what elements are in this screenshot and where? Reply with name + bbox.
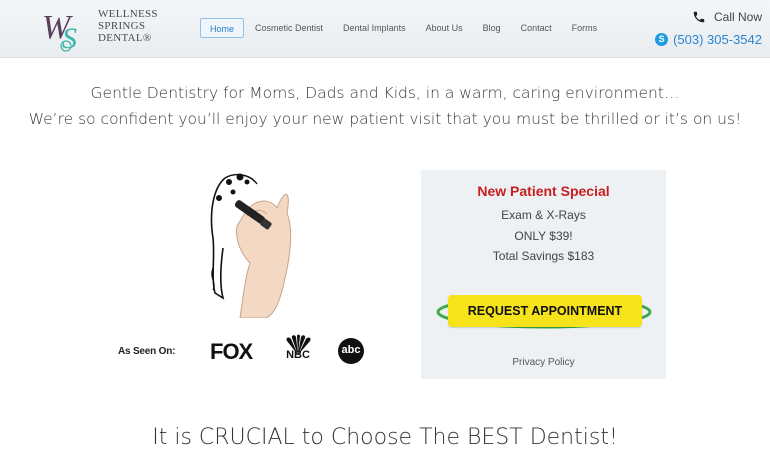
nbc-logo: NBC <box>286 349 310 361</box>
call-box: Call Now S (503) 305-3542 <box>642 8 762 49</box>
logo-line-1: WELLNESS <box>98 8 158 20</box>
phone-icon <box>693 11 705 23</box>
special-title: New Patient Special <box>477 183 610 199</box>
special-line-price: ONLY $39! <box>514 229 573 243</box>
as-seen-on-label: As Seen On: <box>118 346 176 357</box>
hand-drawing-illustration <box>210 173 292 318</box>
special-line-savings: Total Savings $183 <box>492 249 595 263</box>
logo-mark-icon: W S <box>42 9 77 54</box>
logo-line-2: SPRINGS <box>98 20 146 32</box>
abc-logo: abc <box>338 338 364 364</box>
logo-wordmark: WELLNESS SPRINGS DENTAL® <box>98 8 158 44</box>
skype-icon: S <box>655 32 669 46</box>
call-now-row[interactable]: Call Now <box>642 8 762 26</box>
nav-item-blog[interactable]: Blog <box>474 18 510 38</box>
nav-item-contact[interactable]: Contact <box>512 18 561 38</box>
nav-item-forms[interactable]: Forms <box>563 18 607 38</box>
tagline-line-2: We’re so confident you’ll enjoy your new… <box>28 110 742 128</box>
privacy-policy-link[interactable]: Privacy Policy <box>421 357 666 368</box>
fox-logo: FOX <box>210 339 253 364</box>
phone-row[interactable]: S (503) 305-3542 <box>642 29 762 49</box>
site-logo[interactable]: W S WELLNESS SPRINGS DENTAL® <box>40 4 170 54</box>
nav-item-cosmetic-dentist[interactable]: Cosmetic Dentist <box>246 18 332 38</box>
request-appointment-wrap: REQUEST APPOINTMENT <box>435 288 655 338</box>
tagline-line-1: Gentle Dentistry for Moms, Dads and Kids… <box>90 84 680 102</box>
section-headline: It is CRUCIAL to Choose The BEST Dentist… <box>152 425 618 450</box>
nav-item-dental-implants[interactable]: Dental Implants <box>334 18 415 38</box>
new-patient-special-panel: New Patient Special Exam & X-Rays ONLY $… <box>421 170 666 379</box>
call-now-label: Call Now <box>713 10 762 24</box>
main-nav: Home Cosmetic Dentist Dental Implants Ab… <box>200 18 608 38</box>
request-appointment-button[interactable]: REQUEST APPOINTMENT <box>448 295 642 327</box>
site-header: W S WELLNESS SPRINGS DENTAL® Home Cosmet… <box>0 0 770 58</box>
nav-item-home[interactable]: Home <box>200 18 245 38</box>
logo-line-3: DENTAL® <box>98 32 152 44</box>
hero-tagline: Gentle Dentistry for Moms, Dads and Kids… <box>0 80 770 132</box>
special-line-exam: Exam & X-Rays <box>501 208 586 222</box>
nav-item-about-us[interactable]: About Us <box>417 18 472 38</box>
phone-number[interactable]: (503) 305-3542 <box>673 32 762 47</box>
